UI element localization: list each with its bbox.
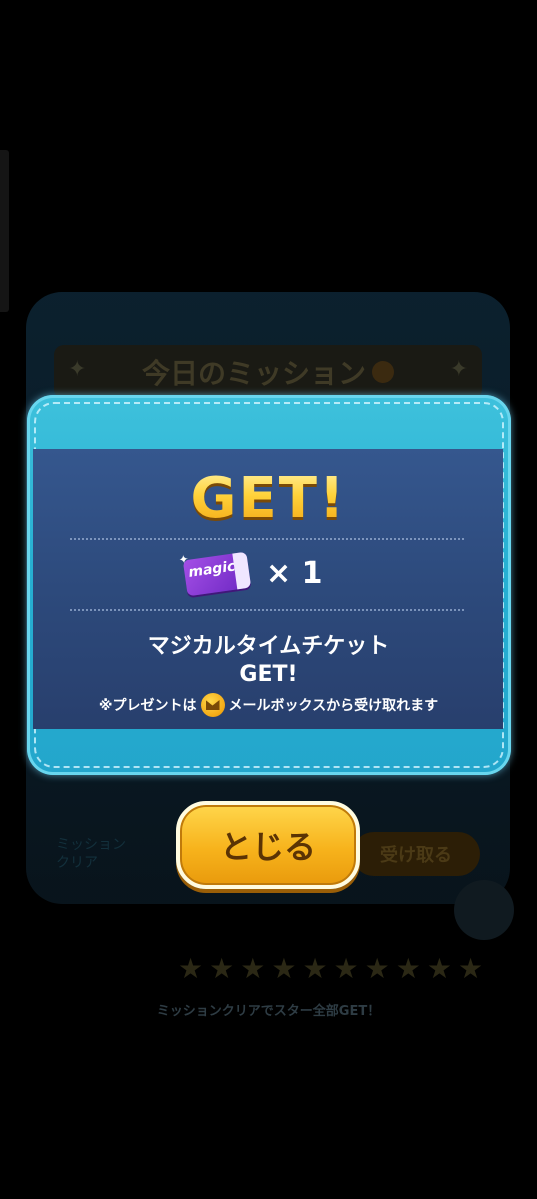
- divider: [70, 609, 464, 611]
- star-icon: ★: [333, 952, 359, 985]
- receive-button: 受け取る: [352, 832, 480, 876]
- note-suffix: メールボックスから受け取れます: [228, 698, 439, 714]
- star-icon: ★: [178, 952, 204, 985]
- star-icon: ★: [271, 952, 297, 985]
- reward-message-line2: GET!: [239, 662, 298, 687]
- avatar: [454, 880, 514, 940]
- sparkle-icon: ✦: [449, 357, 468, 382]
- star-icon: ★: [426, 952, 452, 985]
- close-button[interactable]: とじる: [176, 801, 360, 889]
- reward-message-line1: マジカルタイムチケット: [147, 634, 390, 659]
- star-icon: ★: [457, 952, 484, 985]
- star-icon: ★: [364, 952, 390, 985]
- note-prefix: ※プレゼントは: [98, 698, 197, 714]
- star-icon: ★: [240, 952, 266, 985]
- info-badge-icon: [372, 361, 394, 383]
- divider: [70, 538, 464, 540]
- mail-icon: [200, 693, 225, 717]
- row-text-line: ミッション: [56, 837, 126, 853]
- reward-quantity: × 1: [266, 556, 323, 591]
- get-title: GET!: [0, 466, 537, 531]
- mission-title: 今日のミッション: [141, 357, 366, 390]
- mailbox-note: ※プレゼントは メールボックスから受け取れます: [0, 693, 537, 717]
- mission-header: ✦ 今日のミッション ✦: [54, 345, 482, 399]
- side-edge: [0, 150, 9, 312]
- star-caption: ミッションクリアでスター全部GET！: [156, 1004, 381, 1019]
- row-text-line: クリア: [56, 855, 98, 871]
- star-row: ★ ★ ★ ★ ★ ★ ★ ★ ★ ★: [178, 955, 483, 983]
- star-icon: ★: [209, 952, 235, 985]
- sparkle-icon: ✦: [68, 357, 87, 382]
- ticket-label: magic: [187, 558, 237, 581]
- mission-row-text: ミッション クリア: [56, 836, 126, 872]
- star-icon: ★: [395, 952, 421, 985]
- star-icon: ★: [302, 952, 328, 985]
